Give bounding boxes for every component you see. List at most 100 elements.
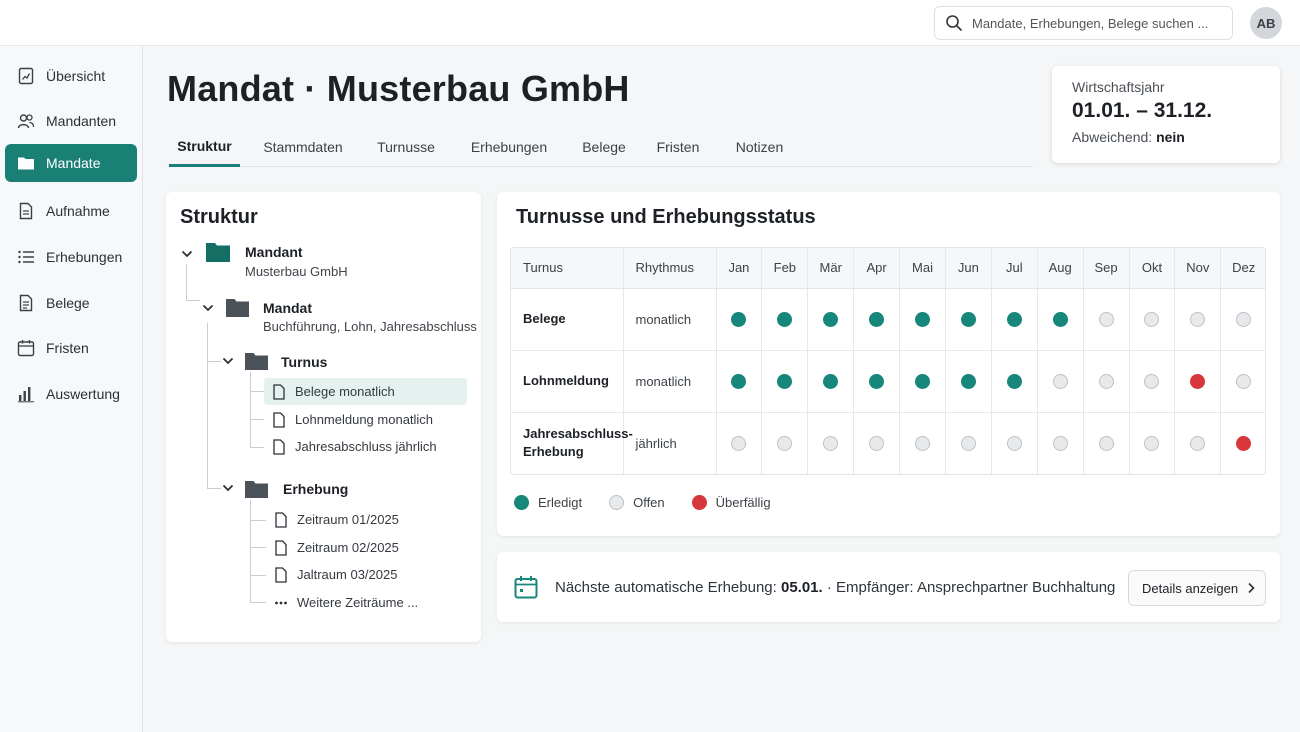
status-cell[interactable]: [1083, 288, 1130, 351]
tree-leaf-label: Jahresabschluss jährlich: [295, 439, 437, 454]
status-cell[interactable]: [761, 288, 809, 351]
status-cell[interactable]: [716, 288, 763, 351]
status-cell[interactable]: [991, 412, 1038, 474]
status-dot-open: [869, 436, 885, 452]
status-cell[interactable]: [1083, 350, 1130, 413]
status-cell[interactable]: [945, 288, 992, 351]
status-cell[interactable]: [807, 412, 855, 474]
status-cell[interactable]: [1220, 412, 1265, 474]
status-cell[interactable]: [991, 288, 1038, 351]
tree-connector: [250, 391, 264, 392]
sidebar-item-aufnahme[interactable]: Aufnahme: [5, 192, 137, 230]
node-mandant-title[interactable]: Mandant: [245, 244, 303, 260]
status-cell[interactable]: [1129, 350, 1176, 413]
status-cell[interactable]: [945, 412, 992, 474]
node-erhebung-title[interactable]: Erhebung: [283, 481, 348, 497]
status-cell[interactable]: [807, 288, 855, 351]
sidebar-item-mandanten[interactable]: Mandanten: [5, 102, 137, 140]
status-cell[interactable]: [1037, 350, 1084, 413]
search-input[interactable]: [972, 15, 1212, 31]
chevron-down-icon[interactable]: [180, 247, 194, 261]
tree-leaf-jahresabschluss-jaehrlich[interactable]: Jahresabschluss jährlich: [264, 433, 467, 460]
tree-leaf-zeitraum[interactable]: Jaltraum 03/2025: [266, 561, 466, 588]
tab-notizen[interactable]: Notizen: [732, 128, 787, 166]
status-cell[interactable]: [853, 288, 901, 351]
deviation-label: Abweichend:: [1072, 129, 1153, 145]
avatar[interactable]: AB: [1250, 7, 1282, 39]
status-dot-done: [731, 312, 747, 328]
status-cell[interactable]: [1174, 350, 1222, 413]
table-row[interactable]: Belege monatlich: [511, 288, 1265, 351]
tab-struktur[interactable]: Struktur: [169, 128, 240, 167]
status-cell[interactable]: [899, 412, 946, 474]
sidebar-item-fristen[interactable]: Fristen: [5, 329, 137, 367]
column-header-month: Apr: [853, 248, 901, 289]
sidebar-item-mandate[interactable]: Mandate: [5, 144, 137, 182]
node-mandat-title[interactable]: Mandat: [263, 300, 312, 316]
status-cell[interactable]: [716, 412, 763, 474]
tab-fristen[interactable]: Fristen: [653, 128, 703, 166]
sidebar-item-belege[interactable]: Belege: [5, 284, 137, 322]
status-cell[interactable]: [761, 350, 809, 413]
legend-item-late: Überfällig: [691, 495, 771, 510]
status-dot-open: [1098, 374, 1114, 390]
status-cell[interactable]: [1220, 350, 1265, 413]
status-cell[interactable]: [807, 350, 855, 413]
status-cell[interactable]: [1037, 288, 1084, 351]
document-icon: [19, 202, 33, 220]
details-button[interactable]: Details anzeigen: [1128, 570, 1266, 606]
legend-label: Erledigt: [538, 495, 583, 510]
status-cell[interactable]: [853, 412, 901, 474]
structure-panel: Struktur Mandant Musterbau GmbH Mandat B…: [166, 192, 481, 642]
status-cell[interactable]: [853, 350, 901, 413]
search-box[interactable]: [934, 6, 1233, 40]
status-cell[interactable]: [1174, 412, 1222, 474]
tab-turnusse[interactable]: Turnusse: [374, 128, 438, 166]
row-turnus-name: Lohnmeldung: [511, 350, 624, 413]
column-header-month: Jan: [716, 248, 763, 289]
status-dot-open: [1144, 312, 1160, 328]
status-cell[interactable]: [945, 350, 992, 413]
folder-icon: [18, 157, 34, 170]
calendar-icon: [514, 576, 538, 599]
status-cell[interactable]: [1129, 412, 1176, 474]
next-run-text: Nächste automatische Erhebung: 05.01. · …: [555, 579, 1115, 596]
status-cell[interactable]: [1037, 412, 1084, 474]
next-run-date: 05.01.: [780, 579, 823, 596]
tree-leaf-zeitraum[interactable]: Zeitraum 01/2025: [266, 506, 466, 533]
status-cell[interactable]: [899, 288, 946, 351]
fiscal-year-card: Wirtschaftsjahr 01.01. – 31.12. Abweiche…: [1052, 66, 1280, 163]
table-row[interactable]: Lohnmeldung monatlich: [511, 350, 1265, 413]
chevron-down-icon[interactable]: [221, 354, 235, 368]
status-dot-open: [777, 436, 793, 452]
status-cell[interactable]: [899, 350, 946, 413]
sidebar-item-uebersicht[interactable]: Übersicht: [5, 57, 137, 95]
status-cell[interactable]: [1129, 288, 1176, 351]
folder-icon: [226, 299, 249, 317]
tab-stammdaten[interactable]: Stammdaten: [260, 128, 346, 166]
status-dot-open: [1098, 312, 1114, 328]
chevron-down-icon[interactable]: [221, 481, 235, 495]
tree-leaf-lohnmeldung-monatlich[interactable]: Lohnmeldung monatlich: [264, 406, 467, 433]
sidebar-item-auswertung[interactable]: Auswertung: [5, 375, 137, 413]
status-cell[interactable]: [1220, 288, 1265, 351]
tree-connector: [250, 547, 266, 548]
sidebar-item-label: Belege: [46, 295, 90, 311]
tab-erhebungen[interactable]: Erhebungen: [469, 128, 549, 166]
folder-icon: [206, 243, 230, 262]
tree-leaf-zeitraum[interactable]: Zeitraum 02/2025: [266, 534, 466, 561]
tree-leaf-more[interactable]: Weitere Zeiträume ...: [266, 589, 466, 616]
status-cell[interactable]: [991, 350, 1038, 413]
chevron-down-icon[interactable]: [201, 301, 215, 315]
sidebar-item-erhebungen[interactable]: Erhebungen: [5, 238, 137, 276]
status-cell[interactable]: [1174, 288, 1222, 351]
document-icon: [273, 438, 285, 455]
status-cell[interactable]: [716, 350, 763, 413]
tab-belege[interactable]: Belege: [579, 128, 629, 166]
status-cell[interactable]: [761, 412, 809, 474]
status-dot-open: [1006, 436, 1022, 452]
status-cell[interactable]: [1083, 412, 1130, 474]
table-row[interactable]: Jahresabschluss- Erhebung jährlich: [511, 412, 1265, 474]
node-turnus-title[interactable]: Turnus: [281, 354, 327, 370]
tree-leaf-belege-monatlich[interactable]: Belege monatlich: [264, 378, 467, 405]
